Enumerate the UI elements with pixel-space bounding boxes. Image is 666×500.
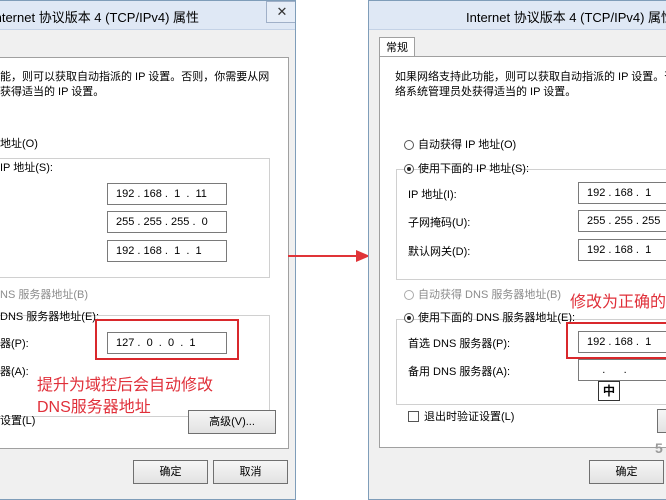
left-use-dns-label[interactable]: DNS 服务器地址(E): [0, 310, 99, 324]
right-auto-ip-radio[interactable] [404, 140, 414, 150]
right-title-bar: Internet 协议版本 4 (TCP/IPv4) 属性 [369, 1, 666, 30]
left-title-bar: Internet 协议版本 4 (TCP/IPv4) 属性 ✕ [0, 1, 295, 30]
left-annotation-line1: 提升为域控后会自动修改 [37, 377, 214, 394]
right-auto-dns-label[interactable]: 自动获得 DNS 服务器地址(B) [418, 288, 561, 302]
right-validate-checkbox[interactable] [408, 411, 419, 422]
watermark: 5 [655, 440, 663, 456]
right-annotation: 修改为正确的 [570, 294, 666, 311]
right-validate-label[interactable]: 退出时验证设置(L) [424, 410, 514, 424]
left-subnet-mask-input[interactable]: 255 . 255 . 255 . 0 [107, 211, 227, 233]
right-auto-dns-radio[interactable] [404, 290, 414, 300]
right-alternate-dns-input[interactable]: . . [578, 359, 666, 381]
right-alternate-dns-label: 备用 DNS 服务器(A): [408, 366, 511, 378]
left-gateway-input[interactable]: 192 . 168 . 1 . 1 [107, 240, 227, 262]
left-window-title: Internet 协议版本 4 (TCP/IPv4) 属性 [0, 10, 200, 25]
right-use-ip-label[interactable]: 使用下面的 IP 地址(S): [418, 162, 529, 176]
right-subnet-mask-input[interactable]: 255 . 255 . 255 [578, 210, 666, 232]
left-auto-ip-label[interactable]: 地址(O) [0, 137, 38, 151]
left-close-button[interactable]: ✕ [266, 1, 295, 23]
left-intro-text-1: 能，则可以获取自动指派的 IP 设置。否则，你需要从网 [0, 71, 270, 83]
left-dialog-window: Internet 协议版本 4 (TCP/IPv4) 属性 ✕ 能，则可以获取自… [0, 0, 296, 500]
right-preferred-dns-label: 首选 DNS 服务器(P): [408, 338, 511, 350]
left-intro-text-2: 获得适当的 IP 设置。 [0, 86, 105, 98]
right-dns-highlight-box [566, 322, 666, 359]
left-advanced-button[interactable]: 高级(V)... [188, 410, 276, 434]
transition-arrow-icon [288, 250, 370, 262]
left-preferred-dns-label: 器(P): [0, 338, 29, 350]
ime-indicator: 中 [598, 381, 620, 401]
right-subnet-label: 子网掩码(U): [408, 217, 471, 229]
left-ip-address-input[interactable]: 192 . 168 . 1 . 11 [107, 183, 227, 205]
right-auto-ip-label[interactable]: 自动获得 IP 地址(O) [418, 138, 516, 152]
right-advanced-button[interactable] [657, 409, 666, 433]
left-use-ip-label[interactable]: IP 地址(S): [0, 161, 53, 175]
left-dns-highlight-box [95, 319, 239, 360]
right-intro-text-1: 如果网络支持此功能，则可以获取自动指派的 IP 设置。否则， [395, 71, 666, 83]
right-window-title: Internet 协议版本 4 (TCP/IPv4) 属性 [466, 10, 666, 25]
right-ip-address-label: IP 地址(I): [408, 189, 457, 201]
left-validate-label[interactable]: 设置(L) [0, 414, 35, 428]
right-use-dns-radio[interactable] [404, 313, 414, 323]
left-ok-button[interactable]: 确定 [133, 460, 208, 484]
right-dialog-window: Internet 协议版本 4 (TCP/IPv4) 属性 常规 如果网络支持此… [368, 0, 666, 500]
left-auto-dns-label[interactable]: NS 服务器地址(B) [0, 288, 88, 302]
right-use-ip-radio[interactable] [404, 164, 414, 174]
right-general-panel: 如果网络支持此功能，则可以获取自动指派的 IP 设置。否则， 络系统管理员处获得… [379, 56, 666, 448]
right-gateway-label: 默认网关(D): [408, 246, 471, 258]
right-ip-address-input[interactable]: 192 . 168 . 1 [578, 182, 666, 204]
right-tab-general[interactable]: 常规 [379, 37, 415, 58]
right-intro-text-2: 络系统管理员处获得适当的 IP 设置。 [395, 86, 577, 98]
right-ok-button[interactable]: 确定 [589, 460, 664, 484]
left-cancel-button[interactable]: 取消 [213, 460, 288, 484]
right-gateway-input[interactable]: 192 . 168 . 1 [578, 239, 666, 261]
left-alternate-dns-label: 器(A): [0, 366, 29, 378]
left-annotation-line2: DNS服务器地址 [37, 399, 151, 416]
right-use-dns-label[interactable]: 使用下面的 DNS 服务器地址(E): [418, 311, 575, 325]
